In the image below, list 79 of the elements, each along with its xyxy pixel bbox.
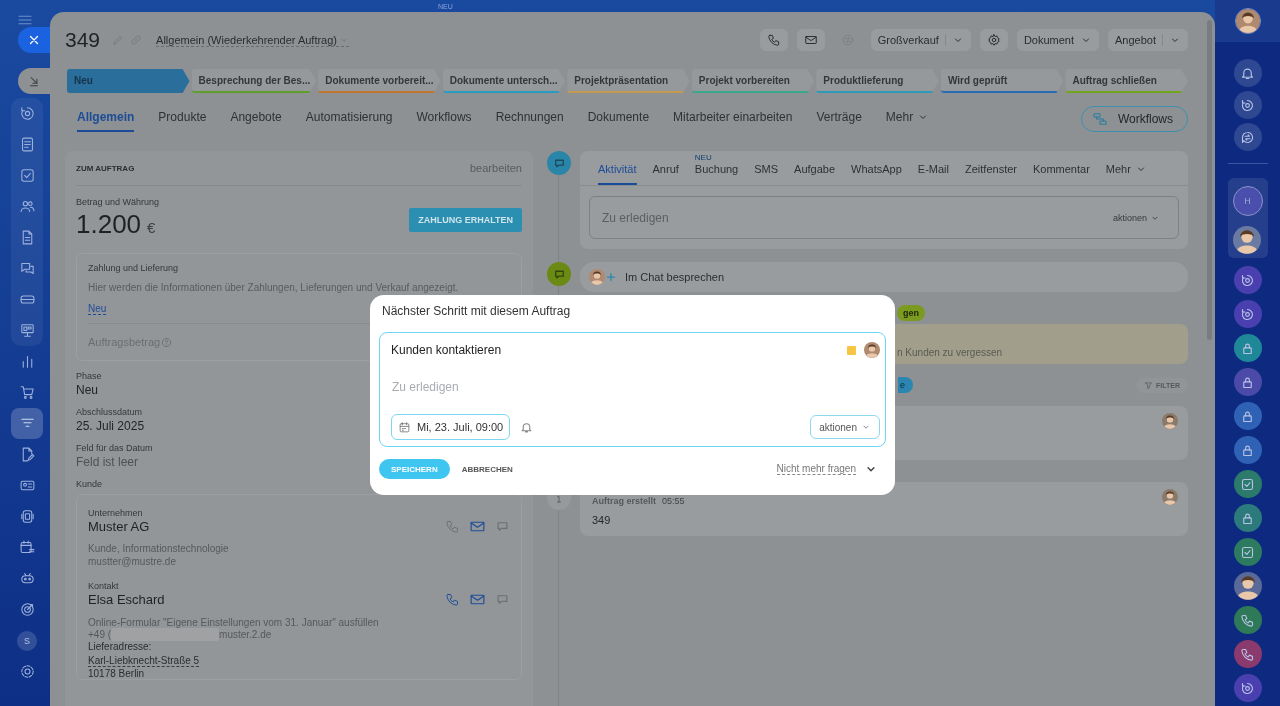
tab[interactable]: Produkte	[158, 106, 207, 132]
dont-ask-link[interactable]: Nicht mehr fragen	[776, 463, 856, 475]
dialog-title: Nächster Schritt mit diesem Auftrag	[381, 304, 572, 318]
stage-step[interactable]: Wird geprüft	[940, 69, 1064, 93]
order-number: 349	[65, 28, 101, 52]
dropdown-button[interactable]: Dokument	[1016, 29, 1099, 51]
edit-link[interactable]: bearbeiten	[470, 162, 522, 174]
address-label: Lieferadresse:	[88, 641, 153, 652]
tab[interactable]: Workflows	[416, 106, 472, 132]
stage-step[interactable]: Auftrag schließen	[1065, 69, 1188, 93]
field-value: Feld ist leer	[76, 455, 139, 469]
stage-step[interactable]: Produktlieferung	[816, 69, 939, 93]
cancel-button[interactable]: ABBRECHEN	[455, 463, 519, 475]
task-title: Kunden kontaktieren	[391, 343, 502, 357]
stage-step[interactable]: Projekt vorbereiten	[691, 69, 815, 93]
panel-title: Zahlung und Lieferung	[88, 263, 180, 273]
company-info: Kunde, Informationstechnologie	[88, 543, 230, 554]
contact-note: Online-Formular "Eigene Einstellungen vom 31. Januar" ausfüllen	[88, 617, 380, 628]
field-label: Kunde	[76, 479, 104, 489]
field-label: Kontakt	[88, 581, 120, 591]
split-button[interactable]: Angebot	[1108, 29, 1188, 51]
activity-tab[interactable]: Aktivität	[598, 163, 637, 185]
field-value: Neu	[76, 383, 98, 397]
new-link[interactable]: Neu	[88, 303, 107, 315]
activity-tab[interactable]: Zeitfenster	[965, 163, 1017, 185]
email: muster.2.de	[219, 629, 272, 640]
event-title: Auftrag erstellt	[592, 496, 656, 506]
contact-name[interactable]: Elsa Eschard	[88, 592, 165, 607]
tab[interactable]: Rechnungen	[495, 106, 564, 132]
actions-dropdown[interactable]: aktionen	[1106, 211, 1166, 224]
field-value: 25. Juli 2025	[76, 419, 145, 433]
address-link[interactable]: Karl-Liebknecht-Straße 5	[88, 655, 200, 667]
date-picker[interactable]: Mi, 23. Juli, 09:00	[391, 414, 511, 440]
field-label: Unternehmen	[88, 508, 144, 518]
field-label: Phase	[76, 371, 103, 381]
company-name[interactable]: Muster AG	[88, 519, 150, 534]
todo-field[interactable]: Zu erledigen aktionen	[589, 196, 1179, 239]
tab[interactable]: Automatisierung	[305, 106, 393, 132]
activity-tab[interactable]: Mehr	[1105, 163, 1147, 185]
status-pill: e	[898, 377, 913, 393]
stage-step[interactable]: Dokumente vorbereit...	[318, 69, 441, 93]
activity-tab[interactable]: Anruf	[652, 163, 679, 185]
tab[interactable]: Verträge	[816, 106, 862, 132]
status-pill: gen	[897, 305, 925, 321]
stage-step[interactable]: Besprechung der Bes...	[191, 69, 317, 93]
tab[interactable]: Mehr	[885, 106, 930, 132]
activity-tab[interactable]: SMS	[754, 163, 779, 185]
stage-step[interactable]: Projektpräsentation	[567, 69, 690, 93]
company-info: mustter@mustre.de	[88, 556, 177, 567]
activity-tab[interactable]: NEU Buchung	[694, 154, 739, 185]
chat-card[interactable]: Im Chat besprechen	[580, 262, 1188, 292]
currency: €	[147, 219, 156, 236]
todo-input[interactable]: Zu erledigen	[391, 380, 692, 394]
event-time: 05:55	[662, 496, 685, 506]
event-text: 349	[592, 514, 612, 526]
stage-step[interactable]: Neu	[67, 69, 190, 93]
activity-tab[interactable]: Kommentar	[1032, 163, 1090, 185]
field-label: Betrag und Währung	[76, 197, 160, 207]
activity-tab[interactable]: Aufgabe	[794, 163, 836, 185]
stage-step[interactable]: Dokumente untersch...	[442, 69, 566, 93]
amount: 1.200	[76, 209, 142, 240]
activity-tab[interactable]: E-Mail	[917, 163, 949, 185]
tab[interactable]: Mitarbeiter einarbeiten	[673, 106, 793, 132]
field-label: Abschlussdatum	[76, 407, 144, 417]
city: 10178 Berlin	[88, 668, 146, 679]
tab[interactable]: Angebote	[230, 106, 282, 132]
nav-item[interactable]: S	[11, 625, 43, 656]
split-button[interactable]: Großverkauf	[870, 29, 971, 51]
activity-tab[interactable]: WhatsApp	[851, 163, 902, 185]
chat-label: Im Chat besprechen	[625, 271, 725, 283]
phone-number: +49 (	[88, 629, 112, 640]
section-title: ZUM AUFTRAG	[76, 163, 135, 173]
tab[interactable]: Dokumente	[587, 106, 650, 132]
category-dropdown[interactable]: Allgemein (Wiederkehrender Auftrag)	[156, 33, 350, 47]
payment-button[interactable]: ZAHLUNG ERHALTEN	[409, 208, 522, 232]
field-label: Feld für das Datum	[76, 443, 154, 453]
actions-dropdown[interactable]: aktionen	[810, 415, 880, 439]
tab[interactable]: Allgemein	[77, 106, 135, 132]
app-button[interactable]: H	[1232, 186, 1263, 216]
